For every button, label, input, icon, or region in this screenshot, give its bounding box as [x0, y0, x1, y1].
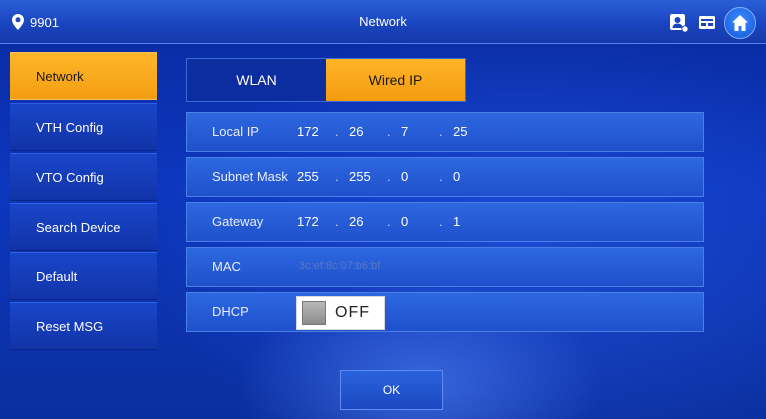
- sidebar-item-network[interactable]: Network: [10, 52, 157, 100]
- sidebar-item-label: Search Device: [36, 219, 121, 235]
- tab-wlan[interactable]: WLAN: [187, 59, 326, 101]
- ip-octet[interactable]: 7: [401, 124, 439, 139]
- sidebar-item-vto-config[interactable]: VTO Config: [10, 153, 157, 201]
- sidebar-item-label: Default: [36, 268, 78, 284]
- page-title: Network: [359, 14, 407, 29]
- mask-octet[interactable]: 255: [349, 169, 387, 184]
- network-settings-screen: 9901 Network Network VTH Config VTO Conf…: [0, 0, 766, 419]
- gateway-octet[interactable]: 0: [401, 214, 439, 229]
- subnet-mask-label: Subnet Mask: [212, 169, 288, 184]
- subnet-mask-field[interactable]: 255 . 255 . 0 . 0: [297, 169, 491, 184]
- octet-separator: .: [335, 214, 339, 229]
- dhcp-label: DHCP: [212, 304, 249, 319]
- gateway-field[interactable]: 172 . 26 . 0 . 1: [297, 214, 491, 229]
- local-ip-row: Local IP 172 . 26 . 7 . 25: [186, 112, 704, 152]
- sidebar-item-label: Network: [36, 68, 84, 84]
- tab-bar: WLAN Wired IP: [186, 58, 466, 102]
- sidebar-item-label: VTH Config: [36, 119, 104, 135]
- gateway-row: Gateway 172 . 26 . 0 . 1: [186, 202, 704, 242]
- message-icon[interactable]: [696, 12, 718, 34]
- ok-button[interactable]: OK: [340, 370, 443, 410]
- sidebar-item-vth-config[interactable]: VTH Config: [10, 103, 157, 151]
- toggle-knob: [302, 301, 326, 325]
- octet-separator: .: [387, 169, 391, 184]
- sidebar-item-search-device[interactable]: Search Device: [10, 203, 157, 251]
- sidebar-item-reset-msg[interactable]: Reset MSG: [10, 302, 157, 350]
- mac-row: MAC 3c:ef:8c:07:b6:bf: [186, 247, 704, 287]
- octet-separator: .: [387, 124, 391, 139]
- gateway-label: Gateway: [212, 214, 264, 229]
- sidebar: Network VTH Config VTO Config Search Dev…: [10, 52, 157, 352]
- subnet-mask-row: Subnet Mask 255 . 255 . 0 . 0: [186, 157, 704, 197]
- gateway-octet[interactable]: 26: [349, 214, 387, 229]
- octet-separator: .: [335, 169, 339, 184]
- mask-octet[interactable]: 255: [297, 169, 335, 184]
- mask-octet[interactable]: 0: [401, 169, 439, 184]
- ip-octet[interactable]: 172: [297, 124, 335, 139]
- ip-octet[interactable]: 26: [349, 124, 387, 139]
- local-ip-field[interactable]: 172 . 26 . 7 . 25: [297, 124, 491, 139]
- mac-value: 3c:ef:8c:07:b6:bf: [299, 260, 381, 272]
- dhcp-row: DHCP OFF: [186, 292, 704, 332]
- octet-separator: .: [439, 214, 443, 229]
- contacts-icon[interactable]: [668, 12, 690, 34]
- sidebar-item-default[interactable]: Default: [10, 252, 157, 300]
- tab-wired-ip[interactable]: Wired IP: [326, 59, 465, 101]
- home-icon[interactable]: [724, 7, 756, 39]
- octet-separator: .: [335, 124, 339, 139]
- octet-separator: .: [439, 124, 443, 139]
- mask-octet[interactable]: 0: [453, 169, 491, 184]
- dhcp-toggle[interactable]: OFF: [296, 296, 385, 330]
- octet-separator: .: [387, 214, 391, 229]
- sidebar-item-label: Reset MSG: [36, 318, 104, 334]
- local-ip-label: Local IP: [212, 124, 259, 139]
- top-bar: 9901 Network: [0, 0, 766, 44]
- gateway-octet[interactable]: 1: [453, 214, 491, 229]
- octet-separator: .: [439, 169, 443, 184]
- sidebar-item-label: VTO Config: [36, 169, 104, 185]
- mac-label: MAC: [212, 259, 241, 274]
- dhcp-state: OFF: [335, 304, 370, 321]
- ip-octet[interactable]: 25: [453, 124, 491, 139]
- gateway-octet[interactable]: 172: [297, 214, 335, 229]
